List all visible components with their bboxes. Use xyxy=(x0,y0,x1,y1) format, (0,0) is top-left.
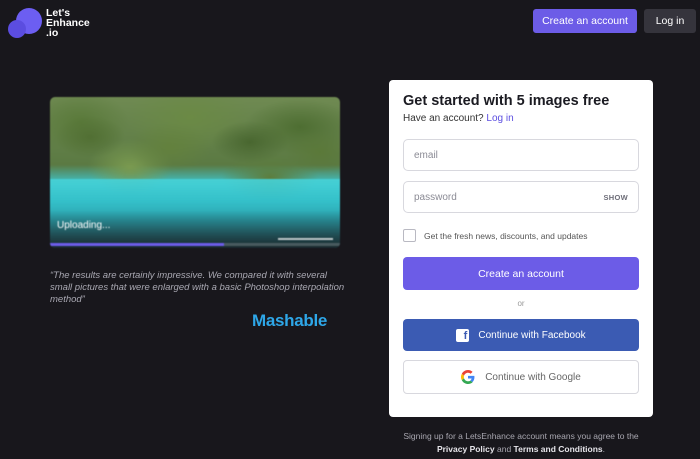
upload-status-text: Uploading... xyxy=(57,220,111,231)
logo-text: Let's Enhance .io xyxy=(46,8,90,39)
newsletter-checkbox[interactable] xyxy=(403,229,416,242)
legal-and: and xyxy=(496,444,512,454)
legal-suffix: . xyxy=(602,444,606,454)
upload-preview-image: Uploading... xyxy=(50,97,340,248)
preview-foliage xyxy=(50,97,340,187)
password-field[interactable]: password SHOW xyxy=(403,181,639,213)
or-divider: or xyxy=(517,299,525,308)
newsletter-option[interactable]: Get the fresh news, discounts, and updat… xyxy=(403,229,588,242)
show-password-button[interactable]: SHOW xyxy=(603,193,628,202)
upload-progress-track xyxy=(50,243,340,246)
testimonial-source-logo: Mashable xyxy=(252,311,328,330)
testimonial-quote: “The results are certainly impressive. W… xyxy=(50,270,345,305)
have-account-label: Have an account? xyxy=(403,113,484,124)
google-icon xyxy=(461,370,475,384)
legal-prefix: Signing up for a LetsEnhance account mea… xyxy=(403,431,639,441)
header-login-button[interactable]: Log in xyxy=(644,9,696,33)
upload-indicator xyxy=(278,238,333,240)
have-account-text: Have an account? Log in xyxy=(403,113,514,124)
upload-progress-fill xyxy=(50,243,224,246)
newsletter-label: Get the fresh news, discounts, and updat… xyxy=(424,230,588,241)
email-field[interactable]: email xyxy=(403,139,639,171)
signup-title: Get started with 5 images free xyxy=(403,93,610,109)
facebook-icon: f xyxy=(456,328,470,342)
privacy-policy-link[interactable]: Privacy Policy xyxy=(437,444,495,454)
legal-text: Signing up for a LetsEnhance account mea… xyxy=(389,430,653,456)
google-button-label: Continue with Google xyxy=(485,371,581,383)
card-login-link[interactable]: Log in xyxy=(486,113,513,124)
create-account-button[interactable]: Create an account xyxy=(403,257,639,290)
logo[interactable]: Let's Enhance .io xyxy=(8,6,94,40)
password-placeholder: password xyxy=(414,191,457,203)
logo-line-3: .io xyxy=(46,27,59,39)
email-placeholder: email xyxy=(414,149,438,161)
terms-link[interactable]: Terms and Conditions xyxy=(514,444,603,454)
logo-icon xyxy=(8,6,42,40)
continue-facebook-button[interactable]: f Continue with Facebook xyxy=(403,319,639,351)
facebook-button-label: Continue with Facebook xyxy=(478,329,586,341)
header-create-account-button[interactable]: Create an account xyxy=(533,9,637,33)
continue-google-button[interactable]: Continue with Google xyxy=(403,360,639,394)
signup-card: Get started with 5 images free Have an a… xyxy=(389,80,653,417)
